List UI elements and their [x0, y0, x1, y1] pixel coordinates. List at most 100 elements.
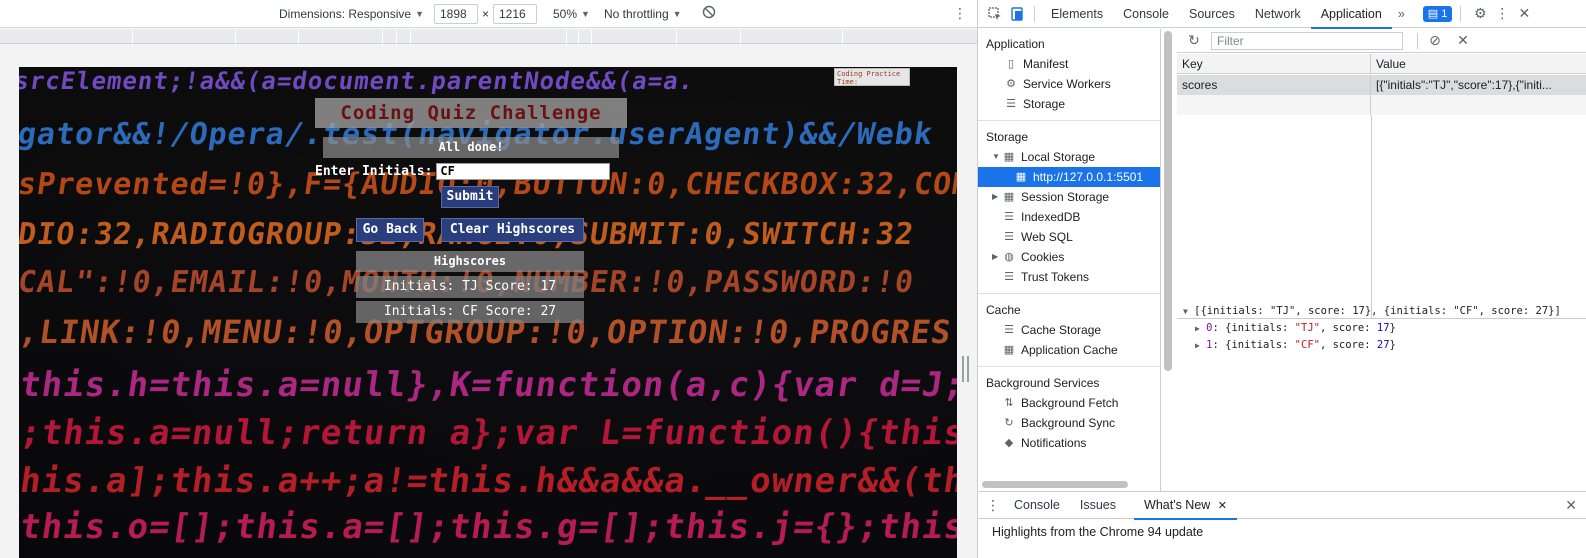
key-value-table: Key Value scores [{"initials":"TJ","scor… [1177, 54, 1586, 319]
table-grid-icon: ▦ [1003, 191, 1015, 203]
sidebar-item-background-fetch[interactable]: ⇅ Background Fetch [978, 393, 1160, 413]
sidebar-item-service-workers[interactable]: ⚙ Service Workers [978, 74, 1160, 94]
value-preview: ▼ [{initials: "TJ", score: 17}, {initial… [1177, 299, 1586, 358]
close-tab-icon[interactable]: ✕ [1218, 500, 1227, 512]
issues-counter[interactable]: ▤ 1 [1422, 5, 1453, 22]
more-tabs-icon[interactable]: » [1392, 0, 1411, 28]
collapse-triangle-icon[interactable]: ▶ [992, 187, 1002, 207]
issues-icon: ▤ [1427, 8, 1439, 20]
throttling-dropdown[interactable]: No throttling ▼ [604, 7, 682, 21]
preview-item[interactable]: ▶ 1: {initials: "CF", score: 27} [1183, 337, 1581, 354]
database-icon: ☰ [1004, 231, 1014, 243]
go-back-button[interactable]: Go Back [356, 218, 424, 242]
value-cell[interactable]: [{"initials":"TJ","score":17},{"initi... [1371, 75, 1586, 95]
sidebar-item-application-cache[interactable]: ▦ Application Cache [978, 340, 1160, 360]
rotate-icon[interactable] [702, 5, 716, 22]
sidebar-scrollbar-vertical[interactable] [1164, 31, 1172, 371]
table-grid-icon: ▦ [1003, 151, 1015, 163]
sidebar-item-session-storage[interactable]: ▶ ▦ Session Storage [978, 187, 1160, 207]
preview-item[interactable]: ▶ 0: {initials: "TJ", score: 17} [1183, 320, 1581, 337]
sidebar-item-local-storage[interactable]: ▼ ▦ Local Storage [978, 147, 1160, 167]
initials-input[interactable]: CF [436, 163, 611, 180]
code-background-line: e;this.a=null;return a};var L=function()… [19, 413, 957, 453]
resize-handle[interactable] [962, 356, 970, 382]
settings-gear-icon[interactable]: ⚙ [1469, 3, 1491, 25]
sidebar-item-indexeddb[interactable]: ☰ IndexedDB [978, 207, 1160, 227]
close-icon[interactable]: ✕ [1513, 3, 1535, 25]
drawer-menu-icon[interactable]: ⋮ [982, 494, 1004, 516]
preview-index: 0 [1206, 322, 1213, 334]
local-storage-pane: ↻ Filter ⊘ ✕ Key Value scores [{"initial… [1177, 29, 1586, 491]
tab-console[interactable]: Console [1113, 0, 1179, 28]
sidebar-item-label: Notifications [1021, 436, 1087, 450]
drawer-tab-console[interactable]: Console [1004, 492, 1070, 519]
sidebar-section-cache: Cache [986, 303, 1021, 317]
tab-application[interactable]: Application [1310, 0, 1393, 29]
collapse-triangle-icon[interactable]: ▶ [992, 247, 1002, 267]
zoom-dropdown[interactable]: 50% ▼ [553, 7, 590, 21]
delete-selected-icon[interactable]: ✕ [1452, 30, 1474, 52]
table-row[interactable]: scores [{"initials":"TJ","score":17},{"i… [1177, 75, 1586, 95]
sidebar-item-cache-storage[interactable]: ☰ Cache Storage [978, 320, 1160, 340]
sidebar-item-cookies[interactable]: ▶ ◍ Cookies [978, 247, 1160, 267]
collapse-triangle-icon[interactable]: ▶ [1195, 324, 1200, 333]
clear-all-icon[interactable]: ⊘ [1424, 30, 1446, 52]
collapse-triangle-icon[interactable]: ▶ [1195, 341, 1200, 350]
more-options-icon[interactable]: ⋮ [953, 5, 967, 22]
column-header-value[interactable]: Value [1371, 54, 1586, 73]
sidebar-item-trust-tokens[interactable]: ☰ Trust Tokens [978, 267, 1160, 287]
whats-new-content: Highlights from the Chrome 94 update [992, 525, 1204, 539]
sidebar-item-label: Service Workers [1023, 77, 1111, 91]
device-toolbar-icon[interactable] [1006, 3, 1028, 25]
sidebar-scrollbar-horizontal[interactable] [982, 481, 1128, 488]
expand-triangle-icon[interactable]: ▼ [1183, 307, 1188, 316]
sidebar-item-local-storage-origin[interactable]: ▦ http://127.0.0.1:5501 [978, 167, 1160, 187]
database-icon: ☰ [1004, 271, 1014, 283]
sidebar-item-websql[interactable]: ☰ Web SQL [978, 227, 1160, 247]
tab-network[interactable]: Network [1245, 0, 1311, 28]
devtools-panel: Elements Console Sources Network Applica… [977, 0, 1586, 558]
refresh-icon[interactable]: ↻ [1183, 30, 1205, 52]
database-icon: ☰ [1004, 324, 1014, 336]
filter-input[interactable]: Filter [1211, 31, 1403, 50]
column-header-key[interactable]: Key [1177, 54, 1371, 73]
sidebar-item-label: Cookies [1021, 250, 1065, 264]
height-input[interactable]: 1216 [493, 3, 537, 24]
drawer-tab-issues[interactable]: Issues [1070, 492, 1126, 519]
sidebar-item-background-sync[interactable]: ↻ Background Sync [978, 413, 1160, 433]
code-background-line: (this.o=[];this.a=[];this.g=[];this.j={}… [19, 507, 957, 547]
drawer-tab-whats-new[interactable]: What's New ✕ [1134, 492, 1238, 520]
key-cell[interactable]: scores [1177, 75, 1371, 95]
expand-triangle-icon[interactable]: ▼ [992, 147, 1002, 167]
media-query-ruler [0, 30, 977, 44]
sidebar-item-label: Web SQL [1021, 230, 1073, 244]
table-header: Key Value [1177, 54, 1586, 74]
customize-menu-icon[interactable]: ⋮ [1491, 3, 1513, 25]
width-input[interactable]: 1898 [433, 3, 478, 24]
table-grid-icon: ▦ [1015, 171, 1027, 183]
sidebar-item-storage[interactable]: ☰ Storage [978, 94, 1160, 114]
sidebar-item-label: http://127.0.0.1:5501 [1033, 170, 1144, 184]
dimensions-dropdown[interactable]: Dimensions: Responsive ▼ [279, 7, 424, 21]
dimensions-label: Dimensions: Responsive [279, 6, 412, 21]
sidebar-item-label: Background Sync [1021, 416, 1116, 430]
all-done-heading: All done! [323, 137, 619, 158]
dimension-separator: × [481, 6, 489, 21]
table-row-empty[interactable] [1177, 95, 1586, 115]
application-sidebar: Application ▯ Manifest ⚙ Service Workers… [978, 29, 1161, 491]
clear-highscores-button[interactable]: Clear Highscores [441, 218, 584, 242]
drawer-tab-label: What's New [1144, 497, 1211, 512]
bell-icon: ◆ [1004, 437, 1014, 449]
tab-sources[interactable]: Sources [1179, 0, 1245, 28]
sidebar-item-notifications[interactable]: ◆ Notifications [978, 433, 1160, 453]
preview-root[interactable]: ▼ [{initials: "TJ", score: 17}, {initial… [1183, 303, 1581, 320]
inspect-element-icon[interactable] [984, 3, 1006, 25]
sidebar-section-storage: Storage [986, 130, 1029, 144]
submit-button[interactable]: Submit [441, 186, 499, 208]
close-drawer-icon[interactable]: ✕ [1565, 497, 1577, 514]
tab-elements[interactable]: Elements [1041, 0, 1113, 28]
initials-label: Enter Initials: [315, 164, 433, 179]
sidebar-item-manifest[interactable]: ▯ Manifest [978, 54, 1160, 74]
sidebar-item-label: Session Storage [1021, 190, 1110, 204]
sync-icon: ↻ [1004, 417, 1014, 429]
